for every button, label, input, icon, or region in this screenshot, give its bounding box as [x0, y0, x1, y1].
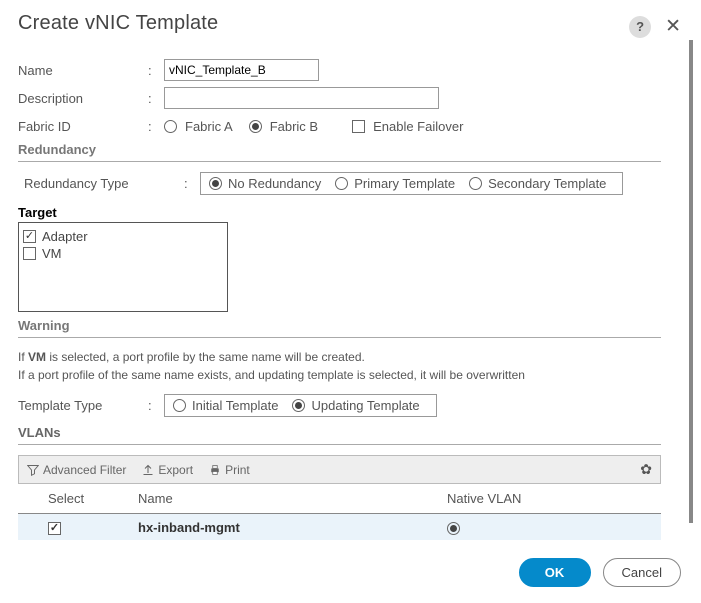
dialog-title: Create vNIC Template	[18, 12, 218, 35]
vlans-heading: VLANs	[18, 425, 661, 440]
print-button[interactable]: Print	[209, 463, 250, 477]
primary-template-label: Primary Template	[354, 176, 455, 191]
filter-icon	[27, 464, 39, 476]
warning-text: If VM is selected, a port profile by the…	[18, 348, 661, 384]
primary-template-radio[interactable]	[335, 177, 348, 190]
export-button[interactable]: Export	[142, 463, 193, 477]
advanced-filter-button[interactable]: Advanced Filter	[27, 463, 126, 477]
vlan-name-cell: hx-inband-mgmt	[138, 520, 447, 535]
secondary-template-radio[interactable]	[469, 177, 482, 190]
col-select: Select	[48, 491, 138, 506]
template-type-label: Template Type	[18, 398, 148, 413]
vlan-select-checkbox[interactable]	[48, 522, 61, 535]
col-name: Name	[138, 491, 447, 506]
enable-failover-checkbox[interactable]	[352, 120, 365, 133]
target-heading: Target	[18, 205, 661, 220]
gear-icon[interactable]: ✿	[640, 461, 652, 478]
divider	[18, 337, 661, 338]
name-input[interactable]	[164, 59, 319, 81]
vm-checkbox[interactable]	[23, 247, 36, 260]
vlan-table-header: Select Name Native VLAN	[18, 484, 661, 513]
description-input[interactable]	[164, 87, 439, 109]
native-vlan-radio[interactable]	[447, 522, 460, 535]
vlan-toolbar: Advanced Filter Export Print ✿	[18, 455, 661, 484]
divider	[18, 444, 661, 445]
updating-template-radio[interactable]	[292, 399, 305, 412]
enable-failover-label: Enable Failover	[373, 119, 463, 134]
divider	[18, 161, 661, 162]
description-label: Description	[18, 91, 148, 106]
adapter-option-label: Adapter	[42, 229, 88, 244]
warning-heading: Warning	[18, 318, 661, 333]
fabric-b-radio-label: Fabric B	[270, 119, 318, 134]
print-icon	[209, 464, 221, 476]
ok-button[interactable]: OK	[519, 558, 591, 587]
cancel-button[interactable]: Cancel	[603, 558, 681, 587]
updating-template-label: Updating Template	[311, 398, 419, 413]
fabric-a-radio-label: Fabric A	[185, 119, 233, 134]
secondary-template-label: Secondary Template	[488, 176, 606, 191]
target-listbox[interactable]: Adapter VM	[18, 222, 228, 312]
no-redundancy-label: No Redundancy	[228, 176, 321, 191]
help-icon[interactable]: ?	[629, 16, 651, 38]
no-redundancy-radio[interactable]	[209, 177, 222, 190]
fabric-b-radio[interactable]	[249, 120, 262, 133]
table-row[interactable]: hx-inband-mgmt	[18, 514, 661, 540]
close-icon[interactable]: ✕	[665, 15, 681, 38]
redundancy-heading: Redundancy	[18, 142, 661, 157]
initial-template-label: Initial Template	[192, 398, 278, 413]
vm-option-label: VM	[42, 246, 62, 261]
fabric-a-radio[interactable]	[164, 120, 177, 133]
col-native: Native VLAN	[447, 491, 647, 506]
redundancy-type-label: Redundancy Type	[24, 176, 184, 191]
export-icon	[142, 464, 154, 476]
initial-template-radio[interactable]	[173, 399, 186, 412]
adapter-checkbox[interactable]	[23, 230, 36, 243]
fabric-id-label: Fabric ID	[18, 119, 148, 134]
scrollbar[interactable]	[689, 40, 693, 523]
name-label: Name	[18, 63, 148, 78]
